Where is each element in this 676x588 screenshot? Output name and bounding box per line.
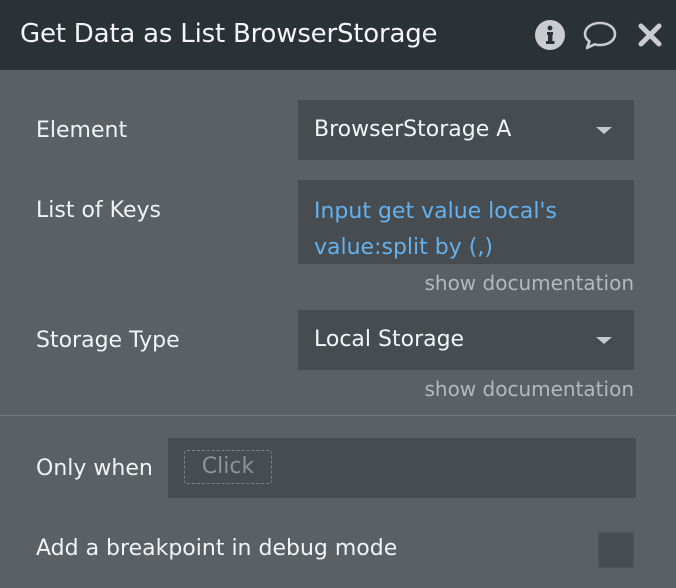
section-divider [0, 415, 676, 416]
list-of-keys-label: List of Keys [36, 198, 161, 223]
element-label: Element [36, 118, 128, 143]
list-of-keys-doc-link[interactable]: show documentation [424, 269, 634, 297]
only-when-label: Only when [36, 456, 153, 481]
storage-type-dropdown[interactable]: Local Storage [298, 310, 634, 370]
storage-type-doc-link[interactable]: show documentation [424, 375, 634, 403]
breakpoint-checkbox[interactable] [598, 532, 634, 568]
only-when-click-placeholder[interactable]: Click [184, 450, 272, 484]
breakpoint-label: Add a breakpoint in debug mode [36, 536, 398, 561]
element-dropdown-value: BrowserStorage A [314, 117, 512, 142]
list-of-keys-expression[interactable]: Input get value local's value:split by (… [314, 194, 624, 266]
chevron-down-icon [596, 127, 612, 134]
comment-icon[interactable] [582, 17, 618, 53]
panel-header: Get Data as List BrowserStorage [0, 0, 676, 70]
storage-type-label: Storage Type [36, 328, 180, 353]
workflow-action-panel: Get Data as List BrowserStorage Element … [0, 0, 676, 588]
element-dropdown[interactable]: BrowserStorage A [298, 100, 634, 160]
close-icon[interactable] [632, 17, 668, 53]
list-of-keys-expression-field[interactable]: Input get value local's value:split by (… [298, 180, 634, 264]
info-icon[interactable] [532, 17, 568, 53]
chevron-down-icon [596, 337, 612, 344]
only-when-field[interactable]: Click [168, 438, 636, 498]
panel-title: Get Data as List BrowserStorage [20, 19, 438, 49]
storage-type-dropdown-value: Local Storage [314, 327, 465, 352]
